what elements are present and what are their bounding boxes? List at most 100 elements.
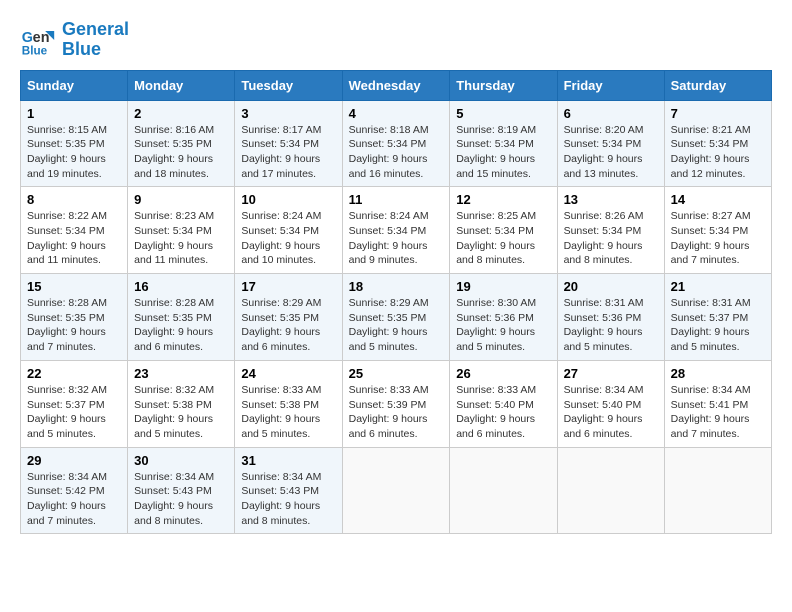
calendar-cell: 28 Sunrise: 8:34 AMSunset: 5:41 PMDayligh… — [664, 360, 771, 447]
day-info: Sunrise: 8:15 AMSunset: 5:35 PMDaylight:… — [27, 124, 107, 180]
calendar-cell: 11 Sunrise: 8:24 AMSunset: 5:34 PMDayligh… — [342, 187, 450, 274]
calendar-cell: 14Sunrise: 8:27 AMSunset: 5:34 PMDayligh… — [664, 187, 771, 274]
calendar-cell: 10 Sunrise: 8:24 AMSunset: 5:34 PMDayligh… — [235, 187, 342, 274]
day-number: 29 — [27, 453, 121, 468]
day-info: Sunrise: 8:30 AMSunset: 5:36 PMDaylight:… — [456, 297, 536, 353]
day-info: Sunrise: 8:34 AMSunset: 5:43 PMDaylight:… — [241, 471, 321, 527]
day-info: Sunrise: 8:21 AMSunset: 5:34 PMDaylight:… — [671, 124, 751, 180]
day-info: Sunrise: 8:28 AMSunset: 5:35 PMDaylight:… — [27, 297, 107, 353]
calendar-cell: 25 Sunrise: 8:33 AMSunset: 5:39 PMDayligh… — [342, 360, 450, 447]
calendar-cell: 12Sunrise: 8:25 AMSunset: 5:34 PMDayligh… — [450, 187, 557, 274]
day-number: 3 — [241, 106, 335, 121]
calendar-cell — [342, 447, 450, 534]
calendar-week-5: 29Sunrise: 8:34 AMSunset: 5:42 PMDayligh… — [21, 447, 772, 534]
calendar-week-4: 22Sunrise: 8:32 AMSunset: 5:37 PMDayligh… — [21, 360, 772, 447]
logo: G e n Blue General Blue — [20, 20, 129, 60]
calendar-cell: 13Sunrise: 8:26 AMSunset: 5:34 PMDayligh… — [557, 187, 664, 274]
day-number: 1 — [27, 106, 121, 121]
day-info: Sunrise: 8:23 AMSunset: 5:34 PMDaylight:… — [134, 210, 214, 266]
calendar-cell — [664, 447, 771, 534]
header-sunday: Sunday — [21, 70, 128, 100]
day-info: Sunrise: 8:34 AMSunset: 5:41 PMDaylight:… — [671, 384, 751, 440]
day-number: 24 — [241, 366, 335, 381]
calendar-cell: 3 Sunrise: 8:17 AMSunset: 5:34 PMDaylight… — [235, 100, 342, 187]
calendar-header-row: SundayMondayTuesdayWednesdayThursdayFrid… — [21, 70, 772, 100]
logo-text-blue: Blue — [62, 40, 129, 60]
day-number: 7 — [671, 106, 765, 121]
day-number: 26 — [456, 366, 550, 381]
calendar-cell: 22Sunrise: 8:32 AMSunset: 5:37 PMDayligh… — [21, 360, 128, 447]
day-info: Sunrise: 8:33 AMSunset: 5:40 PMDaylight:… — [456, 384, 536, 440]
calendar-cell: 27 Sunrise: 8:34 AMSunset: 5:40 PMDayligh… — [557, 360, 664, 447]
day-info: Sunrise: 8:24 AMSunset: 5:34 PMDaylight:… — [349, 210, 429, 266]
day-number: 5 — [456, 106, 550, 121]
calendar-cell: 7 Sunrise: 8:21 AMSunset: 5:34 PMDaylight… — [664, 100, 771, 187]
header-saturday: Saturday — [664, 70, 771, 100]
day-info: Sunrise: 8:33 AMSunset: 5:39 PMDaylight:… — [349, 384, 429, 440]
day-info: Sunrise: 8:33 AMSunset: 5:38 PMDaylight:… — [241, 384, 321, 440]
calendar-cell: 21Sunrise: 8:31 AMSunset: 5:37 PMDayligh… — [664, 274, 771, 361]
day-number: 27 — [564, 366, 658, 381]
day-number: 19 — [456, 279, 550, 294]
logo-icon: G e n Blue — [20, 22, 56, 58]
calendar-cell: 30Sunrise: 8:34 AMSunset: 5:43 PMDayligh… — [128, 447, 235, 534]
calendar-cell: 29Sunrise: 8:34 AMSunset: 5:42 PMDayligh… — [21, 447, 128, 534]
calendar-cell: 9 Sunrise: 8:23 AMSunset: 5:34 PMDaylight… — [128, 187, 235, 274]
day-number: 9 — [134, 192, 228, 207]
day-info: Sunrise: 8:22 AMSunset: 5:34 PMDaylight:… — [27, 210, 107, 266]
calendar-cell: 24 Sunrise: 8:33 AMSunset: 5:38 PMDayligh… — [235, 360, 342, 447]
calendar-week-2: 8Sunrise: 8:22 AMSunset: 5:34 PMDaylight… — [21, 187, 772, 274]
calendar-cell: 5Sunrise: 8:19 AMSunset: 5:34 PMDaylight… — [450, 100, 557, 187]
day-number: 28 — [671, 366, 765, 381]
svg-text:G: G — [22, 30, 33, 46]
day-number: 4 — [349, 106, 444, 121]
day-info: Sunrise: 8:31 AMSunset: 5:36 PMDaylight:… — [564, 297, 644, 353]
header-friday: Friday — [557, 70, 664, 100]
calendar-cell: 31 Sunrise: 8:34 AMSunset: 5:43 PMDayligh… — [235, 447, 342, 534]
calendar-cell: 20 Sunrise: 8:31 AMSunset: 5:36 PMDayligh… — [557, 274, 664, 361]
calendar-cell: 18 Sunrise: 8:29 AMSunset: 5:35 PMDayligh… — [342, 274, 450, 361]
day-info: Sunrise: 8:34 AMSunset: 5:40 PMDaylight:… — [564, 384, 644, 440]
day-number: 6 — [564, 106, 658, 121]
calendar-table: SundayMondayTuesdayWednesdayThursdayFrid… — [20, 70, 772, 535]
day-number: 15 — [27, 279, 121, 294]
day-info: Sunrise: 8:34 AMSunset: 5:43 PMDaylight:… — [134, 471, 214, 527]
calendar-cell: 1 Sunrise: 8:15 AMSunset: 5:35 PMDaylight… — [21, 100, 128, 187]
day-info: Sunrise: 8:25 AMSunset: 5:34 PMDaylight:… — [456, 210, 536, 266]
calendar-cell: 16 Sunrise: 8:28 AMSunset: 5:35 PMDayligh… — [128, 274, 235, 361]
page-header: G e n Blue General Blue — [20, 20, 772, 60]
day-info: Sunrise: 8:17 AMSunset: 5:34 PMDaylight:… — [241, 124, 321, 180]
header-tuesday: Tuesday — [235, 70, 342, 100]
logo-text-general: General — [62, 20, 129, 40]
calendar-cell: 8Sunrise: 8:22 AMSunset: 5:34 PMDaylight… — [21, 187, 128, 274]
calendar-cell: 6 Sunrise: 8:20 AMSunset: 5:34 PMDaylight… — [557, 100, 664, 187]
day-number: 16 — [134, 279, 228, 294]
day-number: 10 — [241, 192, 335, 207]
svg-text:e: e — [33, 30, 41, 46]
day-info: Sunrise: 8:29 AMSunset: 5:35 PMDaylight:… — [241, 297, 321, 353]
day-number: 11 — [349, 192, 444, 207]
calendar-cell: 15 Sunrise: 8:28 AMSunset: 5:35 PMDayligh… — [21, 274, 128, 361]
calendar-cell — [557, 447, 664, 534]
day-info: Sunrise: 8:29 AMSunset: 5:35 PMDaylight:… — [349, 297, 429, 353]
calendar-cell — [450, 447, 557, 534]
day-number: 31 — [241, 453, 335, 468]
day-info: Sunrise: 8:18 AMSunset: 5:34 PMDaylight:… — [349, 124, 429, 180]
day-info: Sunrise: 8:28 AMSunset: 5:35 PMDaylight:… — [134, 297, 214, 353]
calendar-week-1: 1 Sunrise: 8:15 AMSunset: 5:35 PMDaylight… — [21, 100, 772, 187]
day-info: Sunrise: 8:20 AMSunset: 5:34 PMDaylight:… — [564, 124, 644, 180]
day-number: 25 — [349, 366, 444, 381]
calendar-cell: 26 Sunrise: 8:33 AMSunset: 5:40 PMDayligh… — [450, 360, 557, 447]
day-number: 23 — [134, 366, 228, 381]
day-number: 2 — [134, 106, 228, 121]
calendar-cell: 2Sunrise: 8:16 AMSunset: 5:35 PMDaylight… — [128, 100, 235, 187]
day-number: 18 — [349, 279, 444, 294]
calendar-cell: 19 Sunrise: 8:30 AMSunset: 5:36 PMDayligh… — [450, 274, 557, 361]
day-info: Sunrise: 8:31 AMSunset: 5:37 PMDaylight:… — [671, 297, 751, 353]
day-info: Sunrise: 8:24 AMSunset: 5:34 PMDaylight:… — [241, 210, 321, 266]
svg-text:Blue: Blue — [22, 44, 48, 57]
day-number: 20 — [564, 279, 658, 294]
calendar-week-3: 15 Sunrise: 8:28 AMSunset: 5:35 PMDayligh… — [21, 274, 772, 361]
header-monday: Monday — [128, 70, 235, 100]
calendar-body: 1 Sunrise: 8:15 AMSunset: 5:35 PMDaylight… — [21, 100, 772, 534]
